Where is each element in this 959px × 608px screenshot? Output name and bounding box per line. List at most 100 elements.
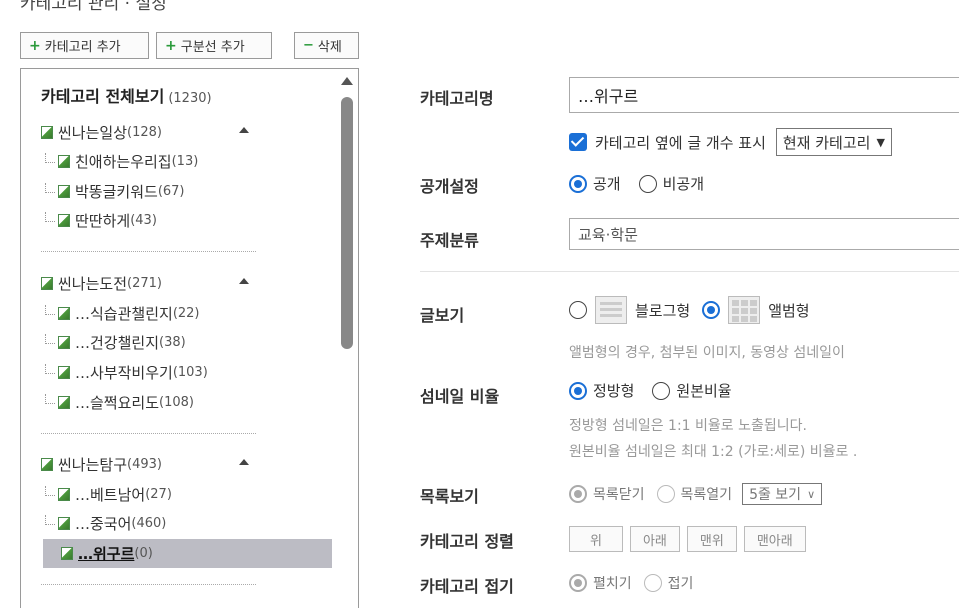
tree-group-label: 씬나는도전 — [58, 274, 128, 293]
list-view-label: 목록보기 — [420, 487, 479, 506]
fold-label: 카테고리 접기 — [420, 577, 514, 596]
tree-item-row-selected[interactable]: …위구르 (0) — [43, 539, 332, 568]
tree-scrollbar[interactable] — [340, 77, 354, 608]
form-divider — [420, 271, 959, 272]
visibility-private-label: 비공개 — [662, 175, 705, 193]
list-close-label: 목록닫기 — [593, 487, 645, 503]
tree-item-label: 딴딴하게 — [75, 211, 131, 230]
tree-branch-icon — [45, 394, 55, 404]
show-count-row: 카테고리 옆에 글 개수 표시 현재 카테고리 ▼ — [569, 128, 892, 156]
fold-expand-label: 펼치기 — [593, 576, 632, 592]
tree-header-label: 카테고리 전체보기 — [41, 87, 165, 106]
show-count-checkbox[interactable] — [569, 133, 587, 151]
tree-branch-icon — [45, 305, 55, 315]
tree-item-label: …건강챌린지 — [75, 333, 160, 352]
view-blog-radio[interactable] — [569, 301, 587, 319]
view-hint: 앨범형의 경우, 첨부된 이미지, 동영상 섬네일이 — [569, 345, 845, 361]
view-album-radio[interactable] — [702, 301, 721, 319]
category-name-label: 카테고리명 — [420, 89, 494, 108]
fold-expand-radio[interactable] — [569, 574, 587, 592]
topic-label: 주제분류 — [420, 231, 479, 250]
fold-collapse-radio[interactable] — [643, 574, 662, 592]
scroll-up-arrow-icon[interactable] — [341, 77, 353, 85]
tree-item-count: (103) — [172, 364, 208, 380]
show-count-label: 카테고리 옆에 글 개수 표시 — [595, 133, 766, 152]
tree-group-row[interactable]: 씬나는일상 (128) — [41, 119, 162, 145]
collapse-arrow-icon[interactable] — [239, 278, 249, 284]
sort-down-button[interactable]: 아래 — [629, 526, 680, 552]
visibility-private-radio[interactable] — [638, 174, 657, 193]
delete-button[interactable]: − 삭제 — [294, 32, 359, 59]
thumb-square-radio[interactable] — [569, 381, 587, 400]
scroll-thumb[interactable] — [341, 97, 353, 349]
category-icon — [58, 365, 70, 379]
tree-item-row[interactable]: 딴딴하게 (43) — [41, 207, 157, 233]
list-open-label: 목록열기 — [680, 487, 733, 503]
separator-line[interactable] — [41, 584, 256, 585]
tree-item-row[interactable]: …건강챌린지 (38) — [41, 329, 186, 355]
list-rows-select-value: 5줄 보기 — [749, 487, 802, 503]
add-category-label: 카테고리 추가 — [44, 40, 121, 55]
tree-group-row[interactable]: 씬나는탐구 (493) — [41, 451, 162, 477]
tree-item-count: (67) — [157, 183, 185, 199]
category-icon — [58, 487, 70, 501]
category-icon — [41, 457, 53, 471]
list-open-radio[interactable] — [656, 485, 675, 503]
view-options: 블로그형 앨범형 — [569, 296, 810, 324]
sort-bottom-button[interactable]: 맨아래 — [743, 526, 806, 552]
tree-item-row[interactable]: …사부작비우기 (103) — [41, 359, 208, 385]
category-icon — [58, 154, 70, 168]
add-separator-button[interactable]: + 구분선 추가 — [156, 32, 272, 59]
topic-input[interactable]: 교육·학문 — [569, 218, 959, 250]
delete-label: 삭제 — [317, 40, 342, 55]
visibility-public-radio[interactable] — [569, 174, 587, 193]
category-icon — [58, 516, 70, 530]
collapse-arrow-icon[interactable] — [239, 459, 249, 465]
separator-line[interactable] — [41, 433, 256, 434]
collapse-arrow-icon[interactable] — [239, 127, 249, 133]
sort-up-button[interactable]: 위 — [569, 526, 623, 552]
add-separator-label: 구분선 추가 — [180, 40, 245, 55]
sort-label: 카테고리 정렬 — [420, 532, 514, 551]
list-close-radio[interactable] — [569, 485, 587, 503]
tree-item-row[interactable]: 친애하는우리집 (13) — [41, 148, 198, 174]
tree-group-row[interactable] — [41, 601, 58, 608]
tree-item-row[interactable]: …중국어 (460) — [41, 510, 166, 536]
tree-branch-icon — [45, 183, 55, 193]
thumb-ratio-label: 섬네일 비율 — [420, 387, 500, 406]
tree-branch-icon — [45, 212, 55, 222]
tree-item-row[interactable]: 박똥글키워드 (67) — [41, 178, 185, 204]
tree-item-count: (43) — [130, 212, 157, 228]
tree-item-row[interactable]: …베트남어 (27) — [41, 481, 172, 507]
tree-branch-icon — [45, 334, 55, 344]
tree-group-label: 씬나는탐구 — [58, 455, 128, 474]
list-rows-select[interactable]: 5줄 보기 ∨ — [742, 483, 823, 505]
tree-item-count: (13) — [171, 153, 199, 169]
view-label: 글보기 — [420, 306, 465, 325]
tree-group-row[interactable]: 씬나는도전 (271) — [41, 270, 162, 296]
thumb-hint-1: 정방형 섬네일은 1:1 비율로 노출됩니다. — [569, 418, 807, 434]
category-name-input[interactable]: …위구르 — [569, 77, 959, 113]
tree-item-label: …슬쩍요리도 — [75, 393, 160, 412]
thumb-ratio-options: 정방형 원본비율 — [569, 380, 732, 401]
tree-header-count: (1230) — [168, 91, 212, 106]
tree-group-label: 씬나는일상 — [58, 123, 128, 142]
category-icon — [58, 306, 70, 320]
tree-item-count: (108) — [159, 394, 194, 410]
tree-item-count: (27) — [145, 486, 172, 502]
tree-item-row[interactable]: …슬쩍요리도 (108) — [41, 389, 194, 415]
thumb-hint-2: 원본비율 섬네일은 최대 1:2 (가로:세로) 비율로 . — [569, 444, 858, 460]
add-category-button[interactable]: + 카테고리 추가 — [20, 32, 149, 59]
show-count-select[interactable]: 현재 카테고리 ▼ — [775, 128, 892, 156]
thumb-square-label: 정방형 — [593, 382, 635, 400]
tree-group-count: (493) — [127, 456, 162, 472]
tree-item-label: …중국어 — [75, 514, 132, 533]
tree-branch-icon — [45, 486, 55, 496]
sort-buttons: 위 아래 맨위 맨아래 — [569, 526, 813, 552]
tree-item-row[interactable]: …식습관챌린지 (22) — [41, 300, 200, 326]
thumb-original-radio[interactable] — [652, 381, 671, 400]
tree-header[interactable]: 카테고리 전체보기 (1230) — [41, 83, 212, 107]
page-title: 카테고리 관리 · 설정 — [20, 0, 167, 14]
sort-top-button[interactable]: 맨위 — [686, 526, 737, 552]
separator-line[interactable] — [41, 251, 256, 252]
